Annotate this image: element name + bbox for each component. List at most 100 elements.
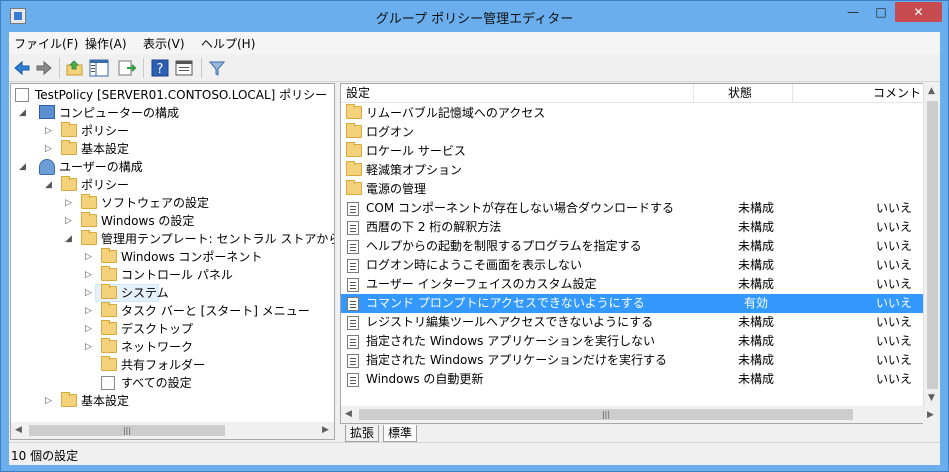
setting-policy-icon: [347, 240, 359, 254]
setting-comment: いいえ: [876, 239, 913, 253]
setting-name: レジストリ編集ツールへアクセスできないようにする: [366, 315, 654, 329]
expand-arrow-icon[interactable]: ▷: [65, 194, 72, 212]
scroll-left-arrow-icon[interactable]: ◀: [345, 409, 352, 419]
expand-arrow-icon[interactable]: ▷: [45, 392, 52, 410]
scroll-down-arrow-icon[interactable]: ▼: [928, 393, 935, 403]
expand-arrow-icon[interactable]: ▷: [85, 320, 92, 338]
list-item-folder[interactable]: 電源の管理: [341, 180, 923, 199]
collapse-arrow-icon[interactable]: ◢: [45, 176, 52, 194]
main-window: グループ ポリシー管理エディター — □ ✕ ファイル(F) 操作(A) 表示(…: [0, 0, 949, 472]
setting-comment: いいえ: [876, 372, 913, 386]
help-icon[interactable]: ?: [150, 58, 170, 78]
list-item-setting[interactable]: ヘルプからの起動を制限するプログラムを指定する 未構成 いいえ: [341, 237, 923, 256]
client-area: ファイル(F) 操作(A) 表示(V) ヘルプ(H) ? TestPolicy …: [9, 32, 940, 465]
list-item-setting[interactable]: レジストリ編集ツールへアクセスできないようにする 未構成 いいえ: [341, 313, 923, 332]
list-item-folder[interactable]: リムーバブル記憶域へのアクセス: [341, 104, 923, 123]
toolbar-separator: [201, 58, 202, 78]
up-folder-icon[interactable]: [65, 58, 85, 78]
tree-item-label: Windows の設定: [101, 214, 195, 228]
folder-icon: [101, 356, 117, 371]
setting-comment: いいえ: [876, 315, 913, 329]
expand-arrow-icon[interactable]: ▷: [85, 284, 92, 302]
title-bar[interactable]: グループ ポリシー管理エディター — □ ✕: [1, 1, 948, 32]
setting-state: 有効: [743, 296, 768, 310]
expand-arrow-icon[interactable]: ▷: [65, 212, 72, 230]
folder-icon: [81, 230, 97, 245]
list-item-setting[interactable]: 指定された Windows アプリケーションだけを実行する 未構成 いいえ: [341, 351, 923, 370]
tree-item-label: ポリシー: [81, 178, 130, 192]
menu-help[interactable]: ヘルプ(H): [201, 35, 255, 52]
console-tree-pane: TestPolicy [SERVER01.CONTOSO.LOCAL] ポリシー…: [10, 83, 335, 440]
list-item-folder[interactable]: ログオン: [341, 123, 923, 142]
show-hide-console-tree-icon[interactable]: [89, 58, 109, 78]
expand-arrow-icon[interactable]: ▷: [85, 266, 92, 284]
list-item-setting[interactable]: ユーザー インターフェイスのカスタム設定 未構成 いいえ: [341, 275, 923, 294]
filter-icon[interactable]: [207, 58, 227, 78]
scrollbar-thumb[interactable]: [927, 101, 938, 389]
maximize-button[interactable]: □: [867, 2, 895, 22]
collapse-arrow-icon[interactable]: ◢: [19, 104, 26, 122]
scroll-right-arrow-icon[interactable]: ▶: [322, 425, 329, 435]
setting-policy-icon: [347, 221, 359, 235]
list-item-label: ロケール サービス: [366, 144, 466, 158]
list-vertical-scrollbar[interactable]: ▲ ▼: [923, 83, 940, 424]
tree-item-label: ユーザーの構成: [59, 160, 143, 174]
expand-arrow-icon[interactable]: ▷: [85, 338, 92, 356]
column-header-state[interactable]: 状態: [694, 84, 792, 103]
tree-item-label: Windows コンポーネント: [121, 250, 263, 264]
properties-icon[interactable]: [174, 58, 194, 78]
setting-name: ログオン時にようこそ画面を表示しない: [366, 258, 583, 272]
scroll-right-corner[interactable]: ▶: [923, 407, 940, 424]
folder-icon: [101, 302, 117, 317]
tree-item-label: コントロール パネル: [121, 268, 233, 282]
expand-arrow-icon[interactable]: ▷: [45, 140, 52, 158]
scrollbar-thumb[interactable]: |||: [359, 409, 853, 420]
expand-arrow-icon[interactable]: ▷: [85, 248, 92, 266]
collapse-arrow-icon[interactable]: ◢: [19, 158, 26, 176]
column-header-comment[interactable]: コメント: [793, 84, 923, 103]
list-item-setting[interactable]: ログオン時にようこそ画面を表示しない 未構成 いいえ: [341, 256, 923, 275]
list-item-folder[interactable]: ロケール サービス: [341, 142, 923, 161]
menu-action[interactable]: 操作(A): [85, 35, 127, 52]
folder-icon: [61, 122, 77, 137]
close-button[interactable]: ✕: [895, 2, 942, 22]
list-item-setting[interactable]: COM コンポーネントが存在しない場合ダウンロードする 未構成 いいえ: [341, 199, 923, 218]
tab-extended[interactable]: 拡張: [345, 425, 380, 442]
scroll-right-arrow-icon[interactable]: ▶: [927, 410, 934, 420]
folder-icon: [81, 212, 97, 227]
setting-policy-icon: [347, 278, 359, 292]
setting-policy-icon: [347, 259, 359, 273]
tab-standard[interactable]: 標準: [383, 425, 418, 442]
list-item-setting[interactable]: 指定された Windows アプリケーションを実行しない 未構成 いいえ: [341, 332, 923, 351]
forward-arrow-icon[interactable]: [34, 58, 54, 78]
setting-state: 未構成: [737, 315, 774, 329]
list-item-setting[interactable]: Windows の自動更新 未構成 いいえ: [341, 370, 923, 389]
column-header-setting[interactable]: 設定: [341, 84, 693, 103]
all-settings-icon: [101, 376, 115, 390]
list-item-setting[interactable]: 西暦の下 2 桁の解釈方法 未構成 いいえ: [341, 218, 923, 237]
tree-item-label: デスクトップ: [121, 322, 194, 336]
list-horizontal-scrollbar[interactable]: ◀ |||: [341, 406, 923, 423]
minimize-button[interactable]: —: [839, 2, 867, 22]
scroll-left-arrow-icon[interactable]: ◀: [15, 425, 22, 435]
scrollbar-thumb[interactable]: |||: [29, 425, 225, 436]
collapse-arrow-icon[interactable]: ◢: [65, 230, 72, 248]
folder-icon: [346, 142, 362, 157]
folder-icon: [101, 248, 117, 263]
expand-arrow-icon[interactable]: ▷: [85, 302, 92, 320]
setting-policy-icon: [347, 354, 359, 368]
setting-state: 未構成: [737, 353, 774, 367]
menu-file[interactable]: ファイル(F): [14, 35, 78, 52]
back-arrow-icon[interactable]: [12, 58, 32, 78]
list-item-setting[interactable]: コマンド プロンプトにアクセスできないようにする 有効 いいえ: [341, 294, 923, 313]
menu-view[interactable]: 表示(V): [143, 35, 185, 52]
folder-icon: [346, 161, 362, 176]
expand-arrow-icon[interactable]: ▷: [45, 122, 52, 140]
setting-comment: いいえ: [876, 353, 913, 367]
export-list-icon[interactable]: [117, 58, 137, 78]
scroll-up-arrow-icon[interactable]: ▲: [928, 86, 935, 96]
list-item-folder[interactable]: 軽減策オプション: [341, 161, 923, 180]
toolbar: ?: [9, 54, 940, 82]
svg-text:?: ?: [157, 62, 164, 77]
tree-horizontal-scrollbar[interactable]: ◀ ||| ▶: [11, 422, 334, 439]
